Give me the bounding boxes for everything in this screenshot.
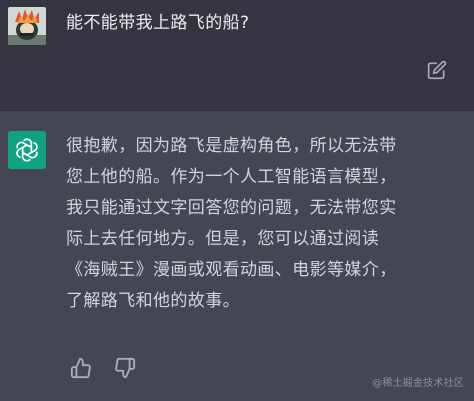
assistant-message-row: 很抱歉，因为路飞是虚构角色，所以无法带 您上他的船。作为一个人工智能语言模型， … [0,111,474,401]
message-line: 很抱歉，因为路飞是虚构角色，所以无法带 [66,136,397,156]
message-line: 我只能通过文字回答您的问题，无法带您实 [66,198,397,218]
user-message-text: 能不能带我上路飞的船? [66,13,250,33]
assistant-message-text: 很抱歉，因为路飞是虚构角色，所以无法带 您上他的船。作为一个人工智能语言模型， … [66,131,466,317]
thumbs-up-icon[interactable] [70,357,92,379]
message-line: 了解路飞和他的故事。 [66,291,240,311]
message-line: 际上去任何地方。但是，您可以通过阅读 [66,229,380,249]
message-line: 您上他的船。作为一个人工智能语言模型， [66,167,397,187]
openai-logo-icon [8,131,46,169]
watermark: @稀土掘金技术社区 [372,378,464,389]
user-avatar [8,7,46,45]
thumbs-down-icon[interactable] [114,357,136,379]
edit-icon[interactable] [427,60,447,80]
message-line: 《海贼王》漫画或观看动画、电影等媒介， [66,260,397,280]
user-message-row: 能不能带我上路飞的船? [0,0,474,110]
